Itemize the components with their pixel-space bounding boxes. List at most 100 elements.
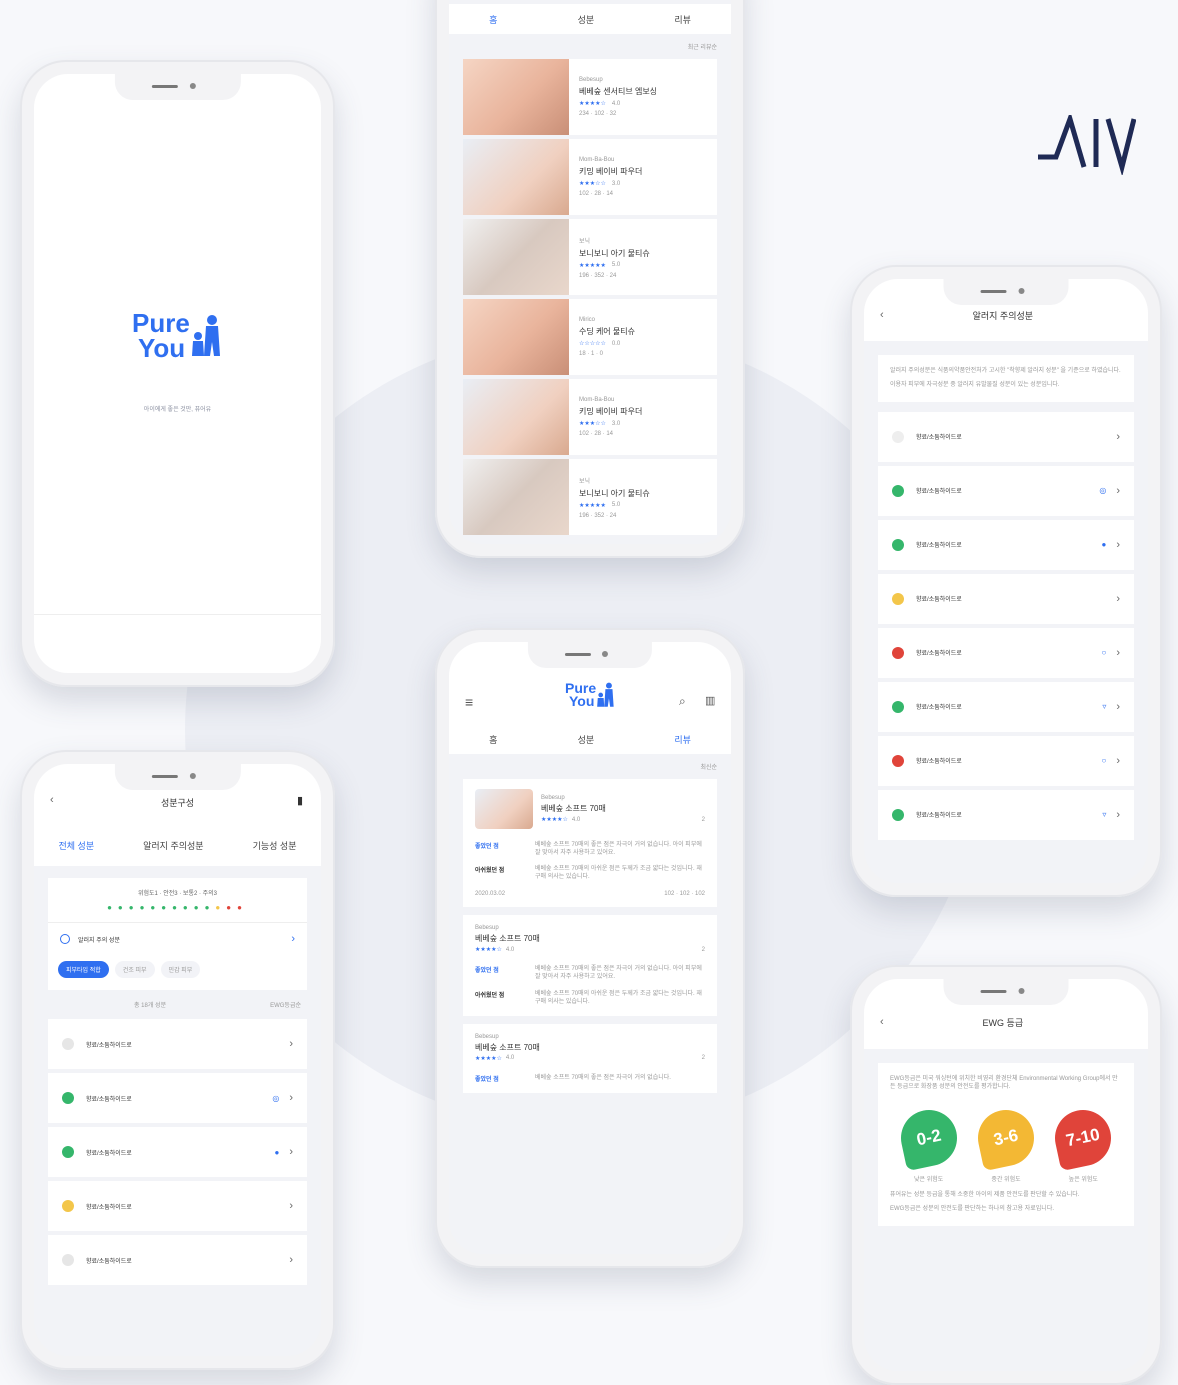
ingredient-row[interactable]: 향료/소듐하이드로 ◎ › xyxy=(878,465,1134,516)
product-list-item[interactable]: Mirico 수딩 케어 물티슈 ☆☆☆☆☆ 0.0 18 · 1 · 0 xyxy=(463,299,717,375)
review-bad-section: 아쉬웠던 점 베베숲 소프트 70매의 아쉬운 점은 두께가 조금 얇다는 것입니… xyxy=(475,865,705,881)
ingredient-row[interactable]: 향료/소듐하이드로 › xyxy=(48,1235,307,1285)
review-product-name: 베베숲 소프트 70매 xyxy=(475,1042,540,1052)
tab-home[interactable]: 홈 xyxy=(489,13,497,26)
ingredient-row[interactable]: 향료/소듐하이드로 ● › xyxy=(878,519,1134,570)
tab-ingredients[interactable]: 성분 xyxy=(578,733,595,746)
ingredient-name: 향료/소듐하이드로 xyxy=(86,1150,132,1157)
ingredient-row[interactable]: 향료/소듐하이드로 › xyxy=(48,1019,307,1069)
good-label: 좋았던 점 xyxy=(475,844,499,850)
review-footer: 2020.03.02 102 · 102 · 102 xyxy=(475,891,705,897)
ingredient-row[interactable]: 향료/소듐하이드로 ○ › xyxy=(878,627,1134,678)
product-brand: 보닉 xyxy=(579,238,591,245)
ingredient-row[interactable]: 향료/소듐하이드로 › xyxy=(48,1181,307,1231)
product-list-item[interactable]: Mom-Ba-Bou 키밍 베이비 파우더 ★★★☆☆ 3.0 102 · 28 · 1… xyxy=(463,379,717,455)
ingredient-count: 총 18개 성분 xyxy=(134,1003,167,1009)
toggle-circle-icon[interactable] xyxy=(60,934,70,944)
rating-stars: ★★★★★ xyxy=(579,262,606,269)
ingredient-legend: 위험도1 · 안전3 · 보통2 · 주의3 xyxy=(137,891,218,897)
list-sort[interactable]: 최근 리뷰순 xyxy=(449,34,731,59)
product-rating: ★★★★☆ 4.0 xyxy=(579,100,707,108)
ingredient-name: 향료/소듐하이드로 xyxy=(916,543,962,550)
allergy-icon: ▿ xyxy=(1102,810,1107,820)
review-bad-section: 아쉬웠던 점 베베숲 소프트 70매의 아쉬운 점은 두께가 조금 얇다는 것입니… xyxy=(475,990,705,1006)
logo-line2: You xyxy=(138,332,186,363)
ingredient-row[interactable]: 향료/소듐하이드로 › xyxy=(878,573,1134,624)
ewg-grade-badge: 0-2 xyxy=(895,1104,962,1171)
product-list-item[interactable]: Bebesup 베베숲 센서티브 엠보싱 ★★★★☆ 4.0 234 · 102 · 3… xyxy=(463,59,717,135)
phone-notch xyxy=(114,764,241,790)
tab-all-ingredients[interactable]: 전체 성분 xyxy=(59,839,95,852)
product-info: Mirico 수딩 케어 물티슈 ☆☆☆☆☆ 0.0 18 · 1 · 0 xyxy=(569,309,717,365)
chevron-right-icon: › xyxy=(1116,484,1120,497)
review-sort[interactable]: 최신순 xyxy=(449,754,731,779)
ingredient-name: 향료/소듐하이드로 xyxy=(916,489,962,496)
allergy-desc-1: 알러지 주의성분은 식품의약품안전처가 고시한 "착향제 알러지 성분" 을 기… xyxy=(890,368,1121,374)
review-likes[interactable]: 2 xyxy=(702,817,705,823)
ingredient-name: 향료/소듐하이드로 xyxy=(916,651,962,658)
phone-product-list: 홈 성분 리뷰 최근 리뷰순 Bebesup 베베숲 센서티브 엠보싱 ★★★★☆ 4… xyxy=(435,0,745,558)
good-text: 베베숲 소프트 70매의 좋은 점은 자극이 거의 없습니다. 아이 피부에 잘… xyxy=(535,842,702,857)
product-list-item[interactable]: 보닉 보니보니 아기 물티슈 ★★★★★ 5.0 196 · 352 · 24 xyxy=(463,219,717,295)
product-stats: 196 · 352 · 24 xyxy=(579,512,617,519)
product-list-item[interactable]: Mom-Ba-Bou 키밍 베이비 파우더 ★★★☆☆ 3.0 102 · 28 · 1… xyxy=(463,139,717,215)
menu-icon[interactable]: ≡ xyxy=(465,694,473,710)
product-stats: 18 · 1 · 0 xyxy=(579,351,604,357)
ewg-grade-dot xyxy=(62,1200,74,1212)
ingredient-row[interactable]: 향료/소듐하이드로 ● › xyxy=(48,1127,307,1177)
review-product: Bebesup 베베숲 소프트 70매 ★★★★☆ 4.0 2 xyxy=(475,789,705,829)
ingredient-row[interactable]: 향료/소듐하이드로 ▿ › xyxy=(878,789,1134,840)
ingredient-row[interactable]: 향료/소듐하이드로 ▿ › xyxy=(878,681,1134,732)
review-brand: Bebesup xyxy=(475,1033,499,1040)
tab-reviews[interactable]: 리뷰 xyxy=(674,13,691,26)
logo-line1: Pure xyxy=(132,308,190,338)
review-card[interactable]: Bebesup 베베숲 소프트 70매 ★★★★☆ 4.0 2 좋았던 점 베베숲 소프트 … xyxy=(463,1023,717,1093)
product-stats: 102 · 28 · 14 xyxy=(579,191,614,197)
review-card[interactable]: Bebesup 베베숲 소프트 70매 ★★★★☆ 4.0 2 좋았던 점 베베숲 소프트 … xyxy=(463,779,717,908)
product-stats: 196 · 352 · 24 xyxy=(579,272,617,279)
ingredient-count-row: 총 18개 성분 EWG등급순 xyxy=(34,990,321,1019)
review-product-name: 베베숲 소프트 70매 xyxy=(475,934,540,944)
ingredient-row[interactable]: 향료/소듐하이드로 ◎ › xyxy=(48,1073,307,1123)
family-icon xyxy=(191,314,220,356)
barcode-icon[interactable]: ▥ xyxy=(705,694,715,707)
ingredient-row[interactable]: 향료/소듐하이드로 ○ › xyxy=(878,735,1134,786)
rating-value: 5.0 xyxy=(611,262,621,268)
allergy-screen: ‹ 알러지 주의성분 알러지 주의성분은 식품의약품안전처가 고시한 "착향제 … xyxy=(864,279,1148,883)
review-brand: Bebesup xyxy=(541,795,565,801)
ewg-caption: 낮은 위험도 xyxy=(914,1176,944,1183)
review-likes[interactable]: 2 xyxy=(702,1055,705,1061)
tab-home[interactable]: 홈 xyxy=(489,733,497,746)
chip-sensitive-skin[interactable]: 민감 피부 xyxy=(160,961,201,978)
header-logo-line2: You xyxy=(569,693,595,710)
review-likes[interactable]: 2 xyxy=(702,947,705,953)
ewg-badges: 0-2 낮은 위험도 3-6 중간 위험도 7-10 높은 위험도 xyxy=(890,1104,1122,1183)
trash-icon[interactable]: ▮ xyxy=(297,794,303,807)
ingredient-row[interactable]: 향료/소듐하이드로 › xyxy=(878,411,1134,462)
product-name: 수딩 케어 물티슈 xyxy=(579,327,635,336)
header-logo[interactable]: Pure You xyxy=(565,681,616,710)
rating-stars: ★★★★★ xyxy=(579,502,606,509)
ewg-badge-column: 3-6 중간 위험도 xyxy=(972,1104,1040,1183)
search-icon[interactable]: ⌕ xyxy=(679,694,686,709)
product-name: 키밍 베이비 파우더 xyxy=(579,167,643,176)
chevron-right-icon: › xyxy=(1116,592,1120,605)
product-list: Bebesup 베베숲 센서티브 엠보싱 ★★★★☆ 4.0 234 · 102 · 3… xyxy=(449,59,731,535)
review-product-info: Bebesup 베베숲 소프트 70매 ★★★★☆ 4.0 2 xyxy=(541,795,705,823)
brand-logo xyxy=(1038,115,1136,175)
ingredient-name: 향료/소듐하이드로 xyxy=(916,597,962,604)
ingredient-sort[interactable]: EWG등급순 xyxy=(270,1000,301,1009)
tab-reviews[interactable]: 리뷰 xyxy=(674,733,691,746)
bad-text: 베베숲 소프트 70매의 아쉬운 점은 두께가 조금 얇다는 것입니다. 재구매… xyxy=(535,866,702,881)
review-card[interactable]: Bebesup 베베숲 소프트 70매 ★★★★☆ 4.0 2 좋았던 점 베베숲 소프트 … xyxy=(463,915,717,1016)
product-list-item[interactable]: 보닉 보니보니 아기 물티슈 ★★★★★ 5.0 196 · 352 · 24 xyxy=(463,459,717,535)
chip-skin-type[interactable]: 피부타입 적합 xyxy=(58,961,109,978)
allergy-toggle-label: 알러지 주의 성분 xyxy=(78,937,120,944)
tab-allergy[interactable]: 알러지 주의성분 xyxy=(143,839,203,852)
chip-dry-skin[interactable]: 건조 피부 xyxy=(114,961,155,978)
bad-label: 아쉬웠던 점 xyxy=(475,992,505,999)
tab-functional[interactable]: 기능성 성분 xyxy=(253,839,297,852)
allergy-toggle-row[interactable]: 알러지 주의 성분 › xyxy=(48,922,307,955)
tab-ingredients[interactable]: 성분 xyxy=(578,13,595,26)
ewg-grade-dot xyxy=(892,592,904,605)
